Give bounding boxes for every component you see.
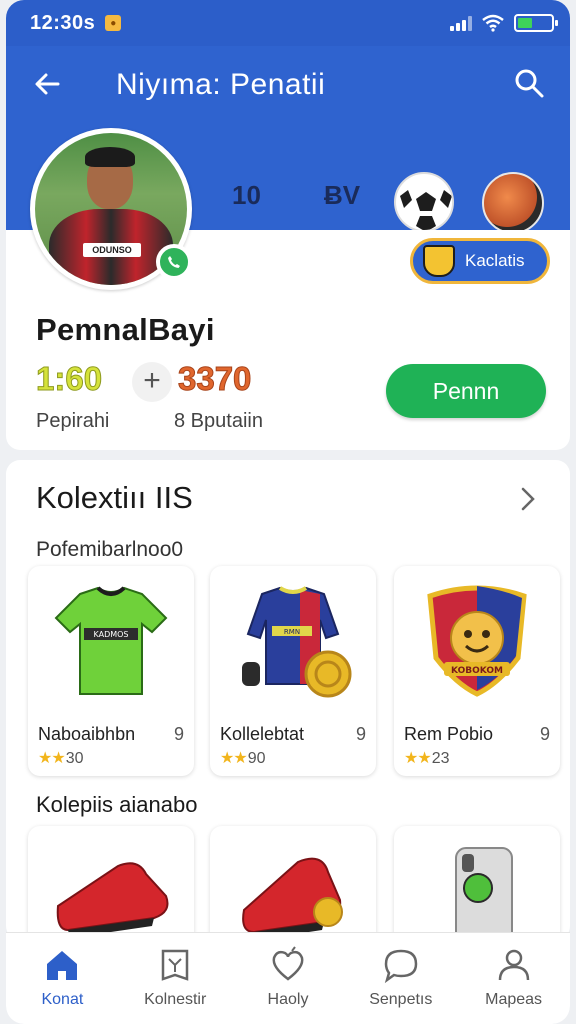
nav-item-messages[interactable]: Senpetıs bbox=[344, 933, 457, 1024]
star-icon: ★★ bbox=[38, 750, 66, 767]
nav-label: Haoly bbox=[267, 991, 309, 1008]
crest-banner-text: KOBOKOM bbox=[451, 666, 503, 676]
collection-icon bbox=[161, 949, 189, 981]
item-name: Kollelebtat bbox=[220, 724, 305, 744]
signal-icon bbox=[450, 15, 472, 31]
nav-item-collection[interactable]: Kolnestir bbox=[119, 933, 232, 1024]
star-icon: ★★ bbox=[220, 750, 248, 767]
stat-value-a: 10 bbox=[232, 180, 261, 210]
nav-label: Senpetıs bbox=[369, 991, 433, 1008]
score-left-label: Pepirahi bbox=[36, 410, 110, 432]
kit-sponsor-text: RMN bbox=[284, 628, 300, 636]
nav-item-profile[interactable]: Mapeas bbox=[457, 933, 570, 1024]
item-count: 9 bbox=[173, 724, 184, 744]
status-bar: 12:30s ● bbox=[6, 0, 570, 46]
nav-label: Konat bbox=[41, 991, 84, 1008]
profile-icon bbox=[498, 949, 529, 981]
item-count: 9 bbox=[539, 724, 550, 744]
primary-action-button[interactable]: Pennn bbox=[386, 364, 546, 418]
chevron-right-icon[interactable] bbox=[516, 484, 540, 514]
collection-item[interactable]: KADMOS Naboaibhbn 9 ★★30 bbox=[28, 566, 194, 776]
club-crest-icon bbox=[423, 245, 455, 277]
back-arrow-icon[interactable] bbox=[30, 66, 66, 102]
keeper-kit-icon: RMN bbox=[242, 586, 352, 698]
heart-icon bbox=[272, 946, 304, 981]
wifi-icon bbox=[482, 14, 504, 32]
football-icon bbox=[394, 172, 454, 232]
item-rating: ★★90 bbox=[220, 750, 266, 767]
status-time: 12:30s bbox=[30, 11, 96, 34]
shirt-sponsor: ODUNSO bbox=[83, 243, 141, 257]
item-rating: ★★23 bbox=[404, 750, 450, 767]
item-name: Naboaibhbn bbox=[38, 724, 136, 744]
plus-button[interactable]: + bbox=[132, 362, 172, 402]
mascot-crest-icon: KOBOKOM bbox=[427, 585, 527, 697]
score-right-label: 8 Bputaiin bbox=[174, 410, 263, 432]
nav-label: Kolnestir bbox=[144, 991, 207, 1008]
collection-title: Kolextiıı IIS bbox=[36, 480, 193, 515]
club-chip[interactable]: Kaclatis bbox=[410, 238, 550, 284]
search-icon[interactable] bbox=[512, 66, 546, 100]
club-chip-label: Kaclatis bbox=[465, 251, 525, 270]
notification-icon: ● bbox=[105, 15, 122, 31]
nav-label: Mapeas bbox=[485, 991, 543, 1008]
stat-value-b: ɃV bbox=[324, 180, 361, 210]
player-name: PemnalBayi bbox=[36, 312, 215, 347]
phone-icon[interactable] bbox=[156, 244, 192, 280]
item-rating: ★★30 bbox=[38, 750, 84, 767]
jersey-sponsor-text: KADMOS bbox=[93, 630, 128, 639]
star-icon: ★★ bbox=[404, 750, 432, 767]
collection-item[interactable]: RMN Kollelebtat 9 ★★90 bbox=[210, 566, 376, 776]
item-count: 9 bbox=[355, 724, 366, 744]
app-screen: 12:30s ● Niyıma: Penatii 10 ɃV ODUNSO Ka… bbox=[6, 0, 570, 1024]
chat-icon bbox=[384, 949, 418, 984]
collection-subtitle: Pofemibarlnoo0 bbox=[36, 538, 184, 561]
collection-item[interactable]: KOBOKOM Rem Pobio 9 ★★23 bbox=[394, 566, 560, 776]
score-right: 3370 bbox=[177, 360, 252, 398]
page-title: Niyıma: Penatii bbox=[116, 68, 326, 101]
battery-icon bbox=[514, 14, 558, 32]
score-left: 1:60 bbox=[35, 360, 103, 398]
green-jersey-icon: KADMOS bbox=[54, 586, 168, 695]
goalkeeper-glove-icon bbox=[482, 172, 544, 234]
nav-item-favorites[interactable]: Haoly bbox=[232, 933, 345, 1024]
home-icon bbox=[47, 951, 78, 980]
section-title-2: Kolepiis aianabo bbox=[36, 792, 198, 817]
item-name: Rem Pobio bbox=[404, 724, 494, 744]
bottom-navigation: Konat Kolnestir Haoly Senpetıs Mapeas bbox=[6, 932, 570, 1024]
nav-item-home[interactable]: Konat bbox=[6, 933, 119, 1024]
